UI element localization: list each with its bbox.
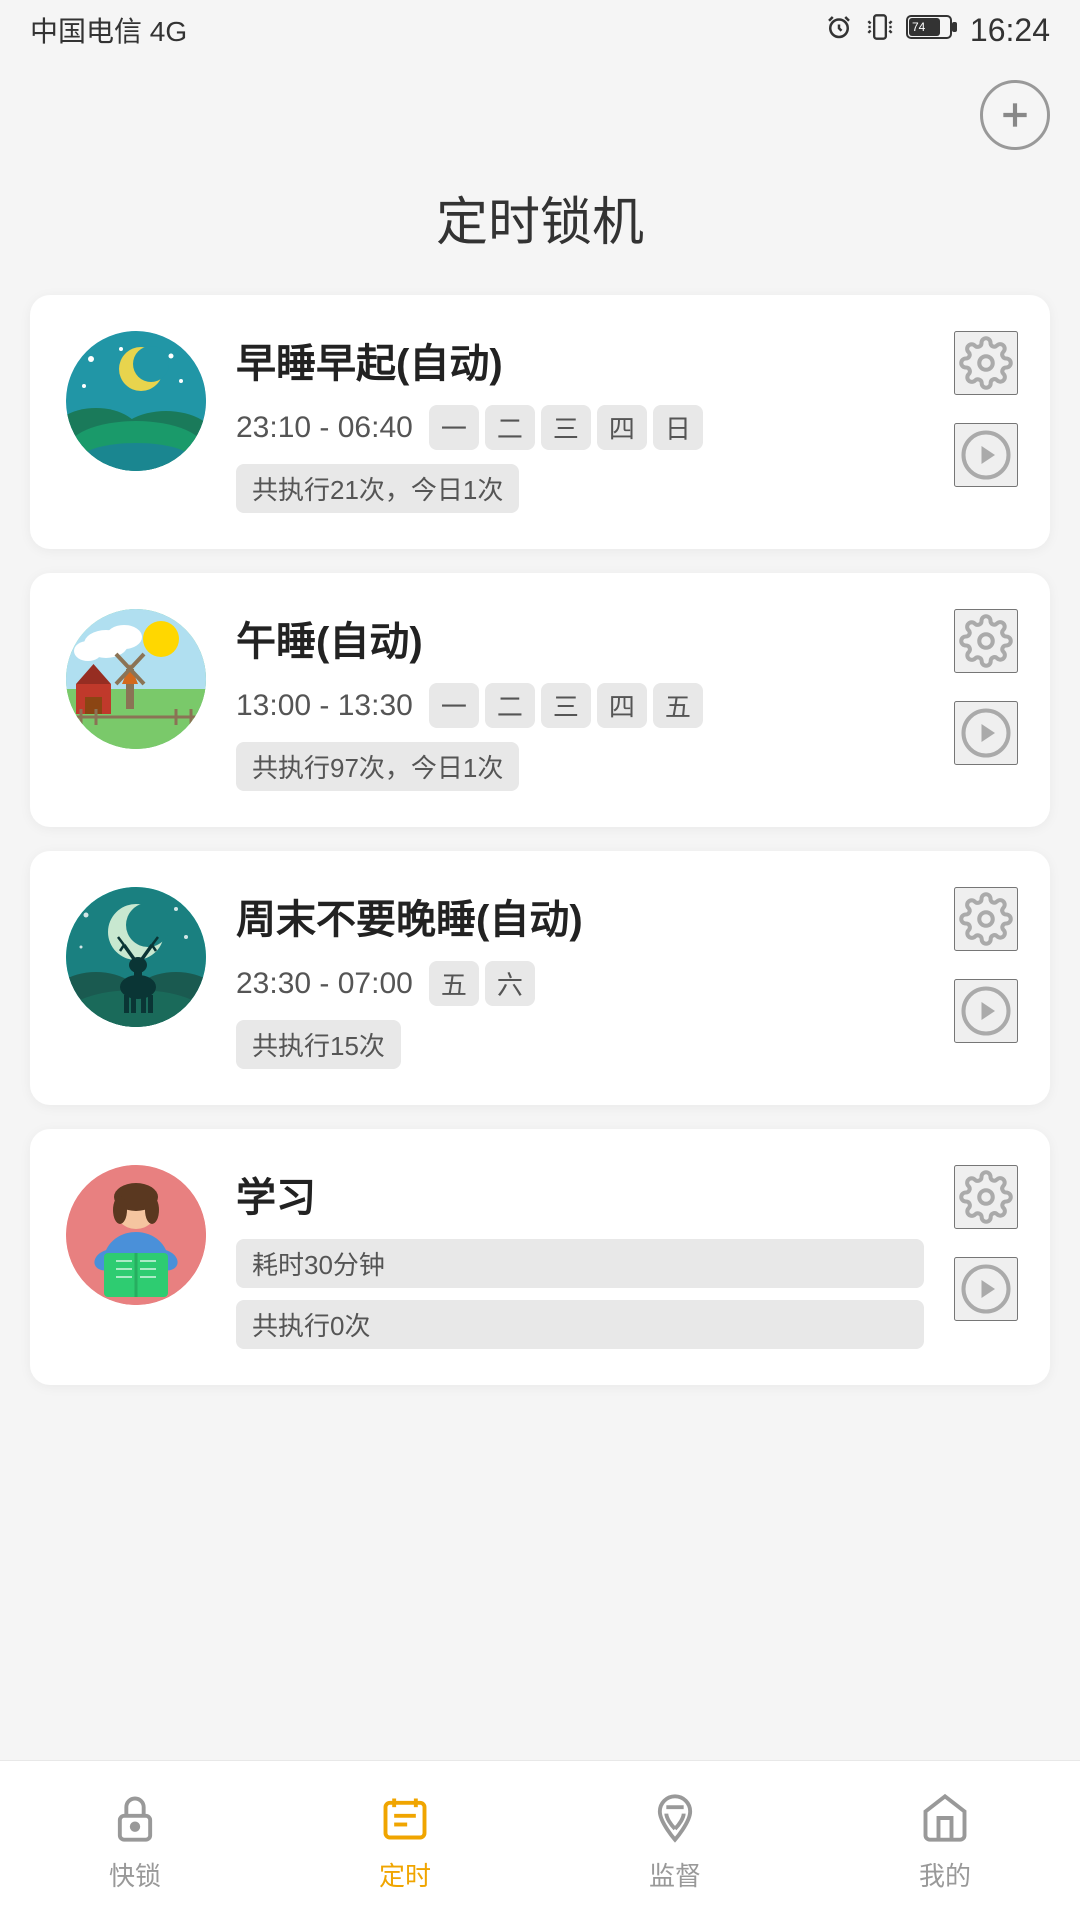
nav-label-monitor: 监督 xyxy=(649,1856,701,1893)
play-button-nap[interactable] xyxy=(954,701,1018,765)
day-tag: 二 xyxy=(485,683,535,728)
battery-text: 74 xyxy=(906,13,958,48)
card-title-nap: 午睡(自动) xyxy=(236,609,924,667)
nav-item-quicklock[interactable]: 快锁 xyxy=(0,1788,270,1893)
settings-button-weekend[interactable] xyxy=(954,887,1018,951)
card-time-weekend: 23:30 - 07:00 xyxy=(236,967,413,1001)
nav-label-mine: 我的 xyxy=(919,1856,971,1893)
stat-tag-duration: 耗时30分钟 xyxy=(236,1239,924,1288)
card-content-nap: 午睡(自动) 13:00 - 13:30 一 二 三 四 五 共执行97次，今日… xyxy=(236,609,924,791)
stat-tag-count: 共执行0次 xyxy=(236,1300,924,1349)
card-stats-study: 耗时30分钟 共执行0次 xyxy=(236,1239,924,1349)
monitor-icon xyxy=(645,1788,705,1848)
page-title: 定时锁机 xyxy=(0,160,1080,295)
card-content-study: 学习 耗时30分钟 共执行0次 xyxy=(236,1165,924,1349)
card-time-sleep: 23:10 - 06:40 xyxy=(236,411,413,445)
card-title-weekend: 周末不要晚睡(自动) xyxy=(236,887,924,945)
day-tags-nap: 一 二 三 四 五 xyxy=(429,683,703,728)
status-bar: 中国电信 4G xyxy=(0,0,1080,60)
add-button[interactable] xyxy=(980,80,1050,150)
header xyxy=(0,60,1080,160)
card-content-weekend: 周末不要晚睡(自动) 23:30 - 07:00 五 六 共执行15次 xyxy=(236,887,924,1069)
day-tag: 六 xyxy=(485,961,535,1006)
avatar-study xyxy=(66,1165,206,1305)
avatar-farm xyxy=(66,609,206,749)
card-weekend: 周末不要晚睡(自动) 23:30 - 07:00 五 六 共执行15次 xyxy=(30,851,1050,1105)
day-tag: 五 xyxy=(429,961,479,1006)
day-tag: 日 xyxy=(653,405,703,450)
card-actions-sleep xyxy=(954,331,1018,487)
card-stats-sleep: 共执行21次，今日1次 xyxy=(236,464,924,513)
stat-tag: 共执行15次 xyxy=(236,1020,401,1069)
card-content-sleep: 早睡早起(自动) 23:10 - 06:40 一 二 三 四 日 共执行21次，… xyxy=(236,331,924,513)
avatar-night xyxy=(66,331,206,471)
day-tag: 五 xyxy=(653,683,703,728)
day-tag: 四 xyxy=(597,683,647,728)
card-time-row-nap: 13:00 - 13:30 一 二 三 四 五 xyxy=(236,683,924,728)
play-button-weekend[interactable] xyxy=(954,979,1018,1043)
day-tag: 四 xyxy=(597,405,647,450)
day-tag: 一 xyxy=(429,683,479,728)
card-title-study: 学习 xyxy=(236,1165,924,1223)
day-tag: 一 xyxy=(429,405,479,450)
mine-icon xyxy=(915,1788,975,1848)
card-actions-study xyxy=(954,1165,1018,1321)
cards-container: 早睡早起(自动) 23:10 - 06:40 一 二 三 四 日 共执行21次，… xyxy=(0,295,1080,1385)
nav-label-timer: 定时 xyxy=(379,1856,431,1893)
day-tags-sleep: 一 二 三 四 日 xyxy=(429,405,703,450)
settings-button-sleep[interactable] xyxy=(954,331,1018,395)
time-text: 16:24 xyxy=(970,12,1050,49)
day-tag: 三 xyxy=(541,683,591,728)
play-button-study[interactable] xyxy=(954,1257,1018,1321)
nav-item-mine[interactable]: 我的 xyxy=(810,1788,1080,1893)
card-time-row-sleep: 23:10 - 06:40 一 二 三 四 日 xyxy=(236,405,924,450)
card-nap: 午睡(自动) 13:00 - 13:30 一 二 三 四 五 共执行97次，今日… xyxy=(30,573,1050,827)
stat-tag: 共执行21次，今日1次 xyxy=(236,464,519,513)
quicklock-icon xyxy=(105,1788,165,1848)
alarm-icon xyxy=(824,12,854,49)
nav-item-monitor[interactable]: 监督 xyxy=(540,1788,810,1893)
vibrate-icon xyxy=(866,13,894,48)
card-time-nap: 13:00 - 13:30 xyxy=(236,689,413,723)
nav-item-timer[interactable]: 定时 xyxy=(270,1788,540,1893)
card-stats-weekend: 共执行15次 xyxy=(236,1020,924,1069)
avatar-deer xyxy=(66,887,206,1027)
card-actions-nap xyxy=(954,609,1018,765)
nav-label-quicklock: 快锁 xyxy=(109,1856,161,1893)
day-tags-weekend: 五 六 xyxy=(429,961,535,1006)
card-study: 学习 耗时30分钟 共执行0次 xyxy=(30,1129,1050,1385)
card-time-row-weekend: 23:30 - 07:00 五 六 xyxy=(236,961,924,1006)
card-early-sleep: 早睡早起(自动) 23:10 - 06:40 一 二 三 四 日 共执行21次，… xyxy=(30,295,1050,549)
settings-button-nap[interactable] xyxy=(954,609,1018,673)
settings-button-study[interactable] xyxy=(954,1165,1018,1229)
day-tag: 二 xyxy=(485,405,535,450)
status-right: 74 16:24 xyxy=(824,12,1050,49)
card-actions-weekend xyxy=(954,887,1018,1043)
bottom-nav: 快锁 定时 监督 xyxy=(0,1760,1080,1920)
card-title-sleep: 早睡早起(自动) xyxy=(236,331,924,389)
carrier-text: 中国电信 4G xyxy=(30,10,187,50)
day-tag: 三 xyxy=(541,405,591,450)
timer-icon xyxy=(375,1788,435,1848)
play-button-sleep[interactable] xyxy=(954,423,1018,487)
svg-text:74: 74 xyxy=(912,20,926,34)
stat-tag: 共执行97次，今日1次 xyxy=(236,742,519,791)
card-stats-nap: 共执行97次，今日1次 xyxy=(236,742,924,791)
